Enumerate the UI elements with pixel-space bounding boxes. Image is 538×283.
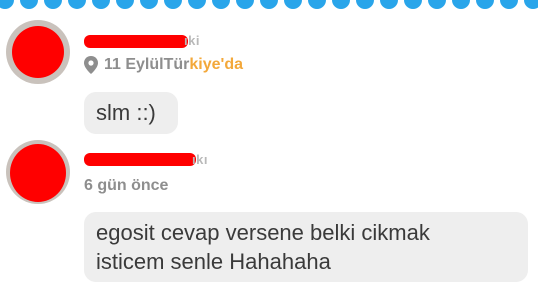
author-name-redaction (84, 35, 188, 48)
message-bubble[interactable]: egosit cevap versene belki cikmak istice… (84, 212, 528, 282)
avatar-redaction (10, 144, 66, 202)
avatar[interactable] (6, 20, 70, 84)
message-text-line: isticem senle Hahahaha (96, 249, 331, 274)
location-text: Tür (163, 56, 190, 73)
location-text-highlight: kiye'da (189, 56, 243, 73)
message-text-line: egosit cevap versene belki cikmak (96, 220, 430, 245)
message-bubble[interactable]: slm ::) (84, 92, 178, 134)
avatar[interactable] (6, 140, 70, 204)
message-date: 11 Eylül (104, 56, 164, 73)
message-text: slm ::) (96, 100, 156, 125)
message-meta: 6 gün önce (84, 177, 168, 195)
message-date: 6 gün önce (84, 177, 169, 194)
author-name-partial: ıki (184, 33, 200, 48)
location-pin-icon (84, 56, 98, 74)
author-name-partial: ıkı (192, 152, 208, 167)
avatar-redaction (12, 26, 64, 78)
message-meta: 11 Eylül Tür kiye'da (84, 56, 243, 74)
author-name-redaction (84, 153, 196, 166)
scalloped-top-border (0, 0, 538, 9)
